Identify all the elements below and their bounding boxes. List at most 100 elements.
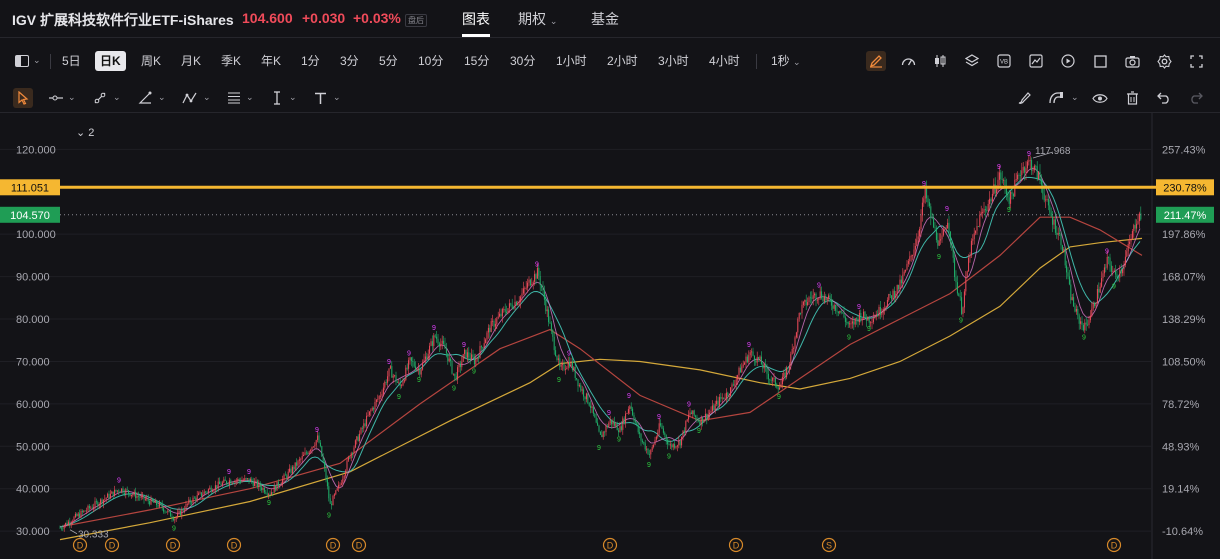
period-3min[interactable]: 3分 <box>335 51 364 71</box>
candle-body <box>276 481 278 491</box>
candle-body <box>1113 270 1115 272</box>
candle-body <box>767 373 769 380</box>
layers-icon[interactable] <box>962 51 982 71</box>
pct-tick-label: 197.86% <box>1162 229 1206 241</box>
replay-icon[interactable] <box>1058 51 1078 71</box>
candle-body <box>731 384 733 388</box>
candle-body <box>361 427 363 429</box>
period-1min[interactable]: 1分 <box>296 51 325 71</box>
candle-body <box>795 332 797 338</box>
candle-body <box>427 353 429 360</box>
period-2hour[interactable]: 2小时 <box>602 51 643 71</box>
candle-body <box>903 271 905 275</box>
candle-body <box>95 501 97 503</box>
candle-body <box>853 321 855 325</box>
candle-body <box>179 510 181 516</box>
candle-body <box>536 268 538 279</box>
candle-body <box>518 301 520 303</box>
indicator-toggle[interactable]: ⌄ 2 <box>76 127 94 139</box>
square-icon[interactable] <box>1090 51 1110 71</box>
ray-tool-icon[interactable] <box>90 88 110 108</box>
candle-body <box>591 406 593 408</box>
candle-body <box>863 311 865 319</box>
period-10min[interactable]: 10分 <box>413 51 448 71</box>
speed-icon[interactable] <box>898 51 918 71</box>
pencil-icon[interactable] <box>866 51 886 71</box>
period-weekly[interactable]: 周K <box>136 51 166 71</box>
camera-icon[interactable] <box>1122 51 1142 71</box>
chevron-down-icon[interactable]: ⌄ <box>68 92 76 103</box>
chevron-down-icon[interactable]: ⌄ <box>33 55 41 66</box>
period-3hour[interactable]: 3小时 <box>653 51 694 71</box>
period-4hour[interactable]: 4小时 <box>704 51 745 71</box>
candle-body <box>836 310 838 312</box>
chevron-down-icon[interactable]: ⌄ <box>333 92 341 103</box>
period-30min[interactable]: 30分 <box>505 51 540 71</box>
candle-body <box>191 502 193 504</box>
candle-body <box>590 405 592 408</box>
candle-body <box>255 480 257 482</box>
cursor-icon[interactable] <box>13 88 33 108</box>
period-5min[interactable]: 5分 <box>374 51 403 71</box>
redo-icon[interactable] <box>1186 88 1206 108</box>
candle-body <box>646 448 648 450</box>
compare-icon[interactable] <box>1026 51 1046 71</box>
candle-body <box>1052 216 1054 225</box>
candle-body <box>780 384 782 388</box>
candle-body <box>1038 171 1040 179</box>
eye-icon[interactable] <box>1090 88 1110 108</box>
period-15min[interactable]: 15分 <box>459 51 494 71</box>
y-tick-label: 100.000 <box>16 229 56 241</box>
undo-icon[interactable] <box>1154 88 1174 108</box>
candle-body <box>279 485 281 487</box>
angle-tool-icon[interactable] <box>135 88 155 108</box>
fullscreen-icon[interactable] <box>1186 51 1206 71</box>
period-monthly[interactable]: 月K <box>176 51 206 71</box>
text-cursor-icon[interactable] <box>267 88 287 108</box>
candle-body <box>147 498 149 502</box>
fib-tool-icon[interactable] <box>224 88 244 108</box>
chevron-down-icon[interactable]: ⌄ <box>113 92 121 103</box>
chart-canvas[interactable]: 120.000 100.000 90.000 80.000 70.000 60.000 50… <box>0 113 1220 559</box>
candle-body <box>66 522 68 525</box>
price-chart[interactable]: 120.000 100.000 90.000 80.000 70.000 60.000 50… <box>0 113 1220 559</box>
candle-body <box>90 507 92 509</box>
chevron-down-icon[interactable]: ⌄ <box>203 92 211 103</box>
tab-options[interactable]: 期权 ⌄ <box>518 9 557 29</box>
brush-icon[interactable] <box>1014 88 1034 108</box>
candle-body <box>560 364 562 367</box>
chevron-down-icon[interactable]: ⌄ <box>1071 92 1079 103</box>
tab-funds[interactable]: 基金 <box>591 9 619 29</box>
text-tool-icon[interactable] <box>310 88 330 108</box>
active-tab-underline <box>462 34 490 37</box>
vb-icon[interactable]: VB <box>994 51 1014 71</box>
period-yearly[interactable]: 年K <box>256 51 286 71</box>
line-tool-icon[interactable] <box>46 88 66 108</box>
y-tick-label: 60.000 <box>16 399 50 411</box>
chevron-down-icon[interactable]: ⌄ <box>246 92 254 103</box>
candle-body <box>1046 199 1048 200</box>
candle-body <box>266 493 268 495</box>
period-1hour[interactable]: 1小时 <box>551 51 592 71</box>
chevron-down-icon[interactable]: ⌄ <box>289 92 297 103</box>
candle-body <box>802 301 804 305</box>
candle-body <box>207 489 209 492</box>
candle-body <box>212 491 214 493</box>
layout-icon[interactable] <box>12 51 32 71</box>
candle-body <box>759 356 761 360</box>
chevron-down-icon[interactable]: ⌄ <box>158 92 166 103</box>
period-1sec[interactable]: 1秒 ⌄ <box>766 51 806 71</box>
period-quarterly[interactable]: 季K <box>216 51 246 71</box>
magnet-icon[interactable] <box>1046 88 1066 108</box>
tab-chart[interactable]: 图表 <box>462 9 490 29</box>
candle-body <box>707 414 709 420</box>
candle-body <box>672 444 674 448</box>
candle-body <box>709 412 711 414</box>
gear-icon[interactable] <box>1154 51 1174 71</box>
pattern-tool-icon[interactable] <box>180 88 200 108</box>
trash-icon[interactable] <box>1122 88 1142 108</box>
candles-icon[interactable] <box>930 51 950 71</box>
candle-body <box>258 482 260 487</box>
period-5d[interactable]: 5日 <box>57 51 86 71</box>
period-daily[interactable]: 日K <box>95 51 126 71</box>
